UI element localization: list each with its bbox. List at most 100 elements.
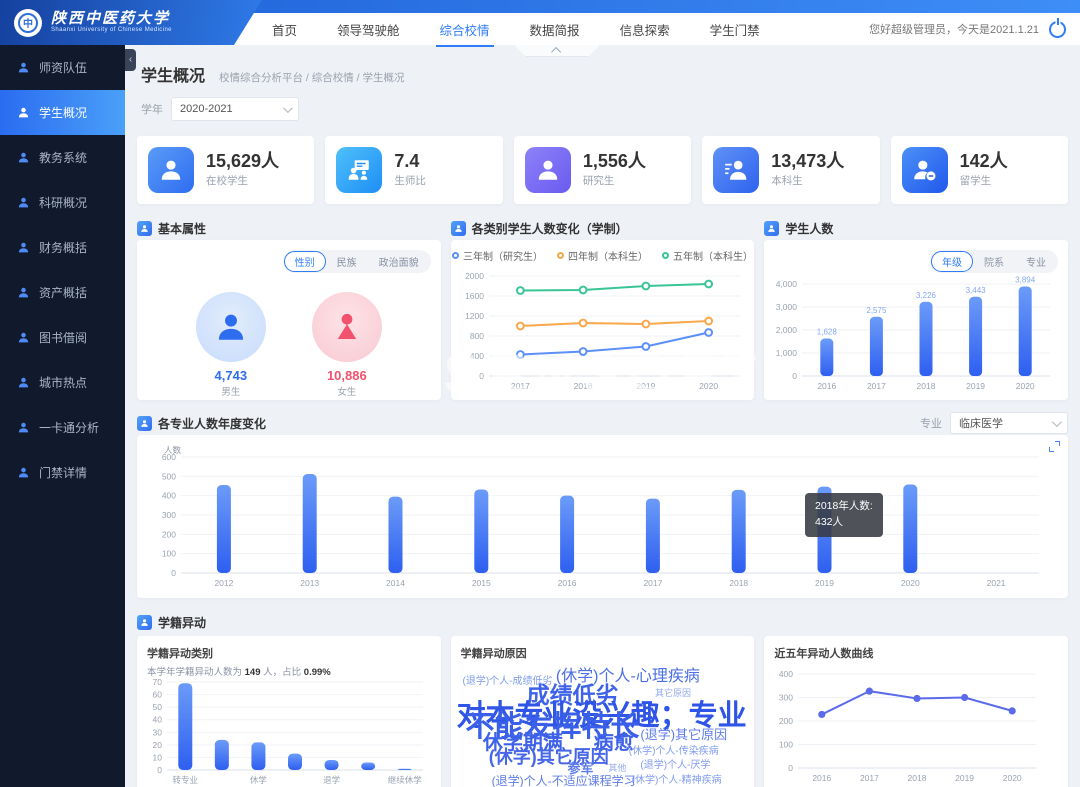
sidebar-item-3[interactable]: 科研概况	[0, 180, 125, 225]
status-change-title: 学籍异动	[158, 614, 206, 631]
graduate-icon	[525, 147, 571, 193]
sidebar-item-8[interactable]: 一卡通分析	[0, 405, 125, 450]
sidebar-item-2[interactable]: 教务系统	[0, 135, 125, 180]
change-trend-chart[interactable]: 010020030040020162017201820192020	[768, 664, 1048, 787]
major-yearly-panel: 0100200300400500600人数2012201320142015201…	[137, 435, 1068, 598]
svg-text:50: 50	[153, 702, 163, 712]
breadcrumb: 校情综合分析平台 / 综合校情 / 学生概况	[219, 70, 405, 85]
sidebar-item-icon	[17, 376, 30, 389]
svg-text:400: 400	[469, 351, 483, 361]
nav-tab-4[interactable]: 信息探索	[620, 20, 670, 39]
status-change-icon	[137, 615, 152, 630]
sidebar-collapse-toggle[interactable]: ‹	[125, 49, 136, 71]
svg-text:2019: 2019	[636, 381, 655, 391]
nav-tab-2[interactable]: 综合校情	[440, 20, 490, 39]
svg-text:300: 300	[162, 510, 176, 520]
chart-tooltip: 2018年人数: 432人	[805, 493, 883, 537]
sidebar-item-6[interactable]: 图书借阅	[0, 315, 125, 360]
gender-tab-0[interactable]: 性别	[284, 251, 326, 272]
sidebar-item-icon	[17, 61, 30, 74]
svg-text:60: 60	[153, 690, 163, 700]
svg-text:休学: 休学	[250, 775, 268, 785]
count-tab-0[interactable]: 年级	[931, 251, 973, 272]
gender-tab-1[interactable]: 民族	[326, 251, 368, 272]
university-name-cn: 陕西中医药大学	[51, 11, 172, 28]
student-count-tabs: 年级院系专业	[930, 250, 1058, 273]
nav-tab-3[interactable]: 数据简报	[530, 20, 580, 39]
wordcloud-term[interactable]: (退学)个人-不适应课程学习	[492, 775, 636, 787]
wordcloud-term[interactable]: (休学)个人-传染疾病	[629, 747, 719, 757]
svg-text:2015: 2015	[472, 578, 491, 588]
year-select[interactable]: 2020-2021	[171, 97, 299, 121]
svg-text:转专业: 转专业	[173, 775, 199, 785]
major-yearly-icon	[137, 416, 152, 431]
sidebar-item-7[interactable]: 城市热点	[0, 360, 125, 405]
student-count-panel: 年级院系专业 01,0002,0003,0004,000201620172018…	[764, 240, 1068, 400]
wordcloud-term[interactable]: 其他	[608, 764, 626, 773]
sidebar-item-icon	[17, 421, 30, 434]
international-icon	[902, 147, 948, 193]
svg-text:退学: 退学	[323, 775, 341, 785]
major-yearly-chart[interactable]: 0100200300400500600人数2012201320142015201…	[141, 439, 1063, 596]
student-count-icon	[764, 221, 779, 236]
gender-tab-2[interactable]: 政治面貌	[368, 251, 430, 272]
legend-item[interactable]: 五年制（本科生）	[662, 248, 753, 263]
svg-text:1,000: 1,000	[776, 348, 798, 358]
sidebar-item-4[interactable]: 财务概括	[0, 225, 125, 270]
user-greeting: 您好超级管理员，今天是2021.1.21	[869, 21, 1039, 37]
sidebar-item-1[interactable]: 学生概况	[0, 90, 125, 135]
nav-tab-0[interactable]: 首页	[272, 20, 297, 39]
stat-card-label: 留学生	[960, 173, 1008, 188]
main-content: 学生概况 校情综合分析平台 / 综合校情 / 学生概况 学年 2020-2021…	[125, 45, 1080, 787]
svg-text:2,000: 2,000	[776, 325, 798, 335]
svg-text:2018: 2018	[729, 578, 748, 588]
page-title: 学生概况	[141, 62, 205, 86]
svg-text:100: 100	[779, 740, 793, 750]
basic-attributes-icon	[137, 221, 152, 236]
wordcloud-term[interactable]: 其它原因	[655, 689, 691, 698]
undergraduate-icon	[713, 147, 759, 193]
program-change-chart[interactable]: 04008001200160020002017201820192020	[455, 268, 752, 399]
svg-text:0: 0	[479, 371, 484, 381]
svg-text:2017: 2017	[860, 773, 879, 783]
wordcloud-term[interactable]: (休学)个人-精神疾病	[632, 776, 722, 786]
svg-text:2017: 2017	[867, 381, 886, 391]
sidebar-item-0[interactable]: 师资队伍	[0, 45, 125, 90]
count-tab-2[interactable]: 专业	[1015, 251, 1057, 272]
program-change-panel: 三年制（研究生）四年制（本科生）五年制（本科生） 040080012001600…	[451, 240, 755, 400]
sidebar-item-5[interactable]: 资产概括	[0, 270, 125, 315]
student-count-chart[interactable]: 01,0002,0003,0004,0002016201720182019202…	[766, 274, 1062, 399]
status-reason-wordcloud[interactable]: (退学)个人-成绩低劣(休学)个人-心理疾病其它原因成绩低劣对本专业没兴趣；专业…	[457, 664, 749, 787]
sidebar-item-icon	[17, 286, 30, 299]
svg-text:100: 100	[162, 549, 176, 559]
nav-tab-5[interactable]: 学生门禁	[710, 20, 760, 39]
svg-text:0: 0	[789, 763, 794, 773]
sidebar-item-9[interactable]: 门禁详情	[0, 450, 125, 495]
legend-item[interactable]: 三年制（研究生）	[452, 248, 543, 263]
stat-card-value: 7.4	[394, 152, 426, 172]
logout-power-icon[interactable]	[1049, 21, 1066, 38]
svg-text:2019: 2019	[815, 578, 834, 588]
svg-text:1600: 1600	[465, 291, 484, 301]
basic-attributes-panel: 性别民族政治面貌 4,743 男生 10,886 女生	[137, 240, 441, 400]
stat-card-label: 生师比	[394, 173, 426, 188]
wordcloud-term[interactable]: (退学)其它原因	[640, 728, 727, 741]
nav-tab-1[interactable]: 领导驾驶舱	[337, 20, 400, 39]
count-tab-1[interactable]: 院系	[973, 251, 1015, 272]
sidebar-item-icon	[17, 196, 30, 209]
nav-collapse-toggle[interactable]	[514, 45, 600, 57]
svg-text:2020: 2020	[901, 578, 920, 588]
major-select[interactable]: 临床医学	[950, 412, 1068, 434]
change-trend-title: 近五年异动人数曲线	[774, 645, 1058, 661]
wordcloud-term[interactable]: (退学)个人-厌学	[640, 761, 710, 771]
svg-text:2020: 2020	[699, 381, 718, 391]
legend-item[interactable]: 四年制（本科生）	[557, 248, 648, 263]
stat-card-4: 142人留学生	[891, 136, 1068, 204]
chevron-up-icon	[551, 47, 561, 57]
sidebar-item-icon	[17, 151, 30, 164]
male-stat: 4,743 男生	[196, 292, 266, 398]
status-category-chart[interactable]: 010203040506070转专业休学退学继续休学	[143, 676, 435, 787]
svg-text:0: 0	[157, 765, 162, 775]
stat-card-value: 13,473人	[771, 152, 844, 172]
sidebar: 师资队伍学生概况教务系统科研概况财务概括资产概括图书借阅城市热点一卡通分析门禁详…	[0, 45, 125, 787]
